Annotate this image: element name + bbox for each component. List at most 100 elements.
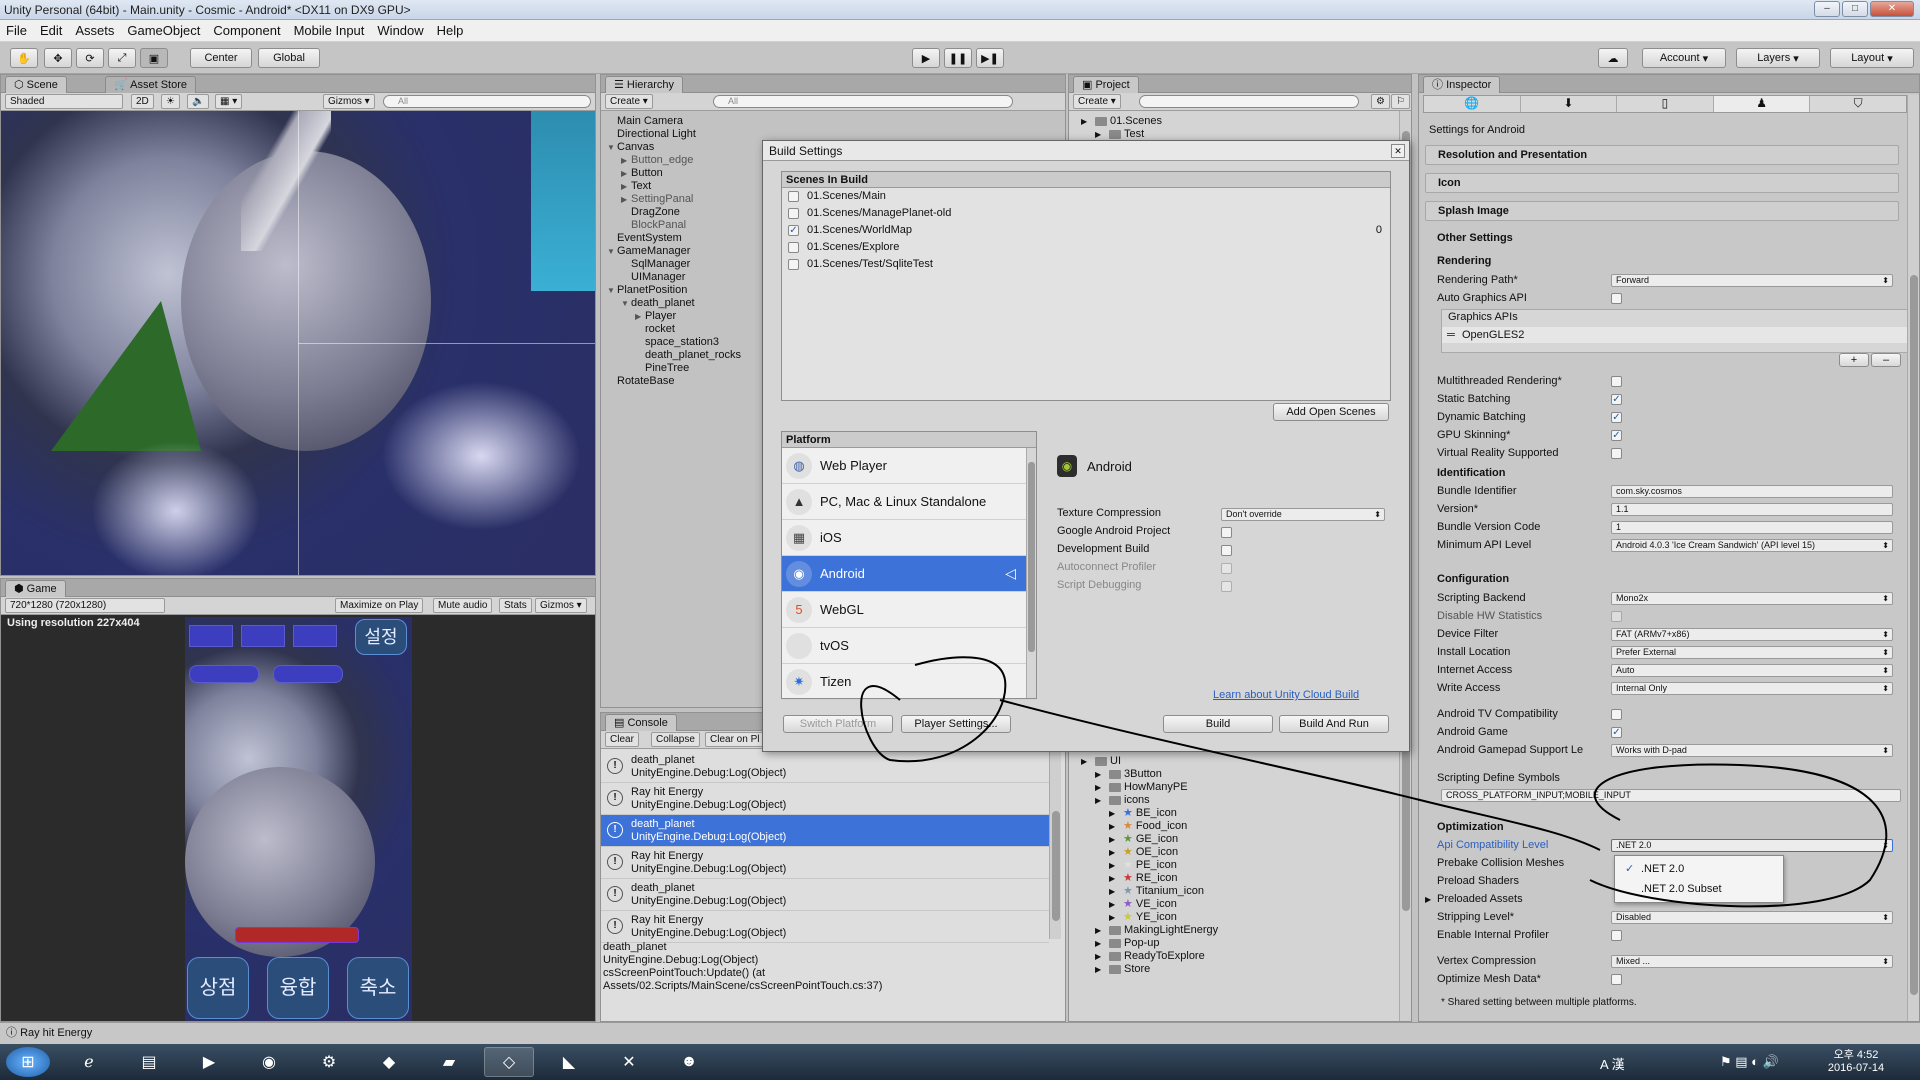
expand-arrow-icon[interactable]: ▶ [1109, 872, 1115, 885]
project-create-dropdown[interactable]: Create ▾ [1073, 94, 1121, 109]
hierarchy-item[interactable]: ▼ GameManager [607, 245, 741, 258]
expand-arrow-icon[interactable]: ▶ [1095, 924, 1101, 937]
project-item[interactable]: ▶ ★ Food_icon [1081, 820, 1218, 833]
section-other-settings[interactable]: Other Settings [1425, 229, 1899, 249]
hierarchy-item[interactable]: space_station3 [617, 336, 741, 349]
scene-search-input[interactable]: All [383, 95, 591, 108]
expand-arrow-icon[interactable]: ▶ [1109, 898, 1115, 911]
optimize-mesh-checkbox[interactable] [1611, 974, 1622, 985]
rect-tool-icon[interactable]: ▣ [140, 48, 168, 68]
section-splash[interactable]: Splash Image [1425, 201, 1899, 221]
close-button[interactable]: ✕ [1870, 1, 1914, 17]
hierarchy-item[interactable]: ▶ Button [617, 167, 741, 180]
project-item[interactable]: ▶ ★ OE_icon [1081, 846, 1218, 859]
menu-item-gameobject[interactable]: GameObject [127, 23, 200, 38]
menu-item-mobile-input[interactable]: Mobile Input [294, 23, 365, 38]
scene-checkbox[interactable] [788, 241, 799, 253]
preloaded-assets-label[interactable]: ▶ Preloaded Assets [1425, 892, 1523, 907]
media-player-icon[interactable]: ▶ [184, 1047, 234, 1077]
tab-scene[interactable]: ⬡ Scene [5, 76, 67, 93]
pause-button[interactable]: ❚❚ [944, 48, 972, 68]
expand-arrow-icon[interactable]: ▶ [1109, 833, 1115, 846]
player-settings-button[interactable]: Player Settings... [901, 715, 1011, 733]
merge-button[interactable]: 융합 [267, 957, 329, 1019]
project-item[interactable]: ▶ ★ RE_icon [1081, 872, 1218, 885]
console-log-row[interactable]: ! Ray hit Energy UnityEngine.Debug:Log(Obj… [601, 783, 1049, 815]
stats-toggle[interactable]: Stats [499, 598, 532, 613]
expand-arrow-icon[interactable]: ▶ [621, 154, 627, 167]
rendering-path-dropdown[interactable]: Forward [1611, 274, 1893, 287]
expand-arrow-icon[interactable]: ▶ [635, 310, 641, 323]
scene-checkbox[interactable] [788, 258, 799, 270]
hierarchy-item[interactable]: Directional Light [617, 128, 741, 141]
expand-arrow-icon[interactable]: ▶ [1109, 846, 1115, 859]
expand-arrow-icon[interactable]: ▶ [621, 193, 627, 206]
platform-item[interactable]: 5 WebGL [782, 592, 1036, 628]
project-item[interactable]: ▶ Pop-up [1081, 937, 1218, 950]
bundle-code-input[interactable]: 1 [1611, 521, 1893, 534]
expand-arrow-icon[interactable]: ▶ [1109, 807, 1115, 820]
install-location-dropdown[interactable]: Prefer External [1611, 646, 1893, 659]
move-tool-icon[interactable]: ✥ [44, 48, 72, 68]
tab-hierarchy[interactable]: ☰ Hierarchy [605, 76, 683, 93]
hierarchy-item[interactable]: SqlManager [617, 258, 741, 271]
hierarchy-item[interactable]: BlockPanal [617, 219, 741, 232]
expand-arrow-icon[interactable]: ▶ [1109, 859, 1115, 872]
console-log-row[interactable]: ! Ray hit Energy UnityEngine.Debug:Log(Obj… [601, 911, 1049, 943]
project-item[interactable]: ▶ 01.Scenes [1081, 115, 1162, 128]
expand-arrow-icon[interactable]: ▶ [1095, 950, 1101, 963]
project-item[interactable]: ▶ 3Button [1081, 768, 1218, 781]
inspector-scrollbar[interactable] [1907, 95, 1919, 1021]
console-log-row[interactable]: ! death_planet UnityEngine.Debug:Log(Objec… [601, 751, 1049, 783]
cloud-build-link[interactable]: Learn about Unity Cloud Build [1213, 689, 1359, 701]
dialog-close-icon[interactable]: ✕ [1391, 144, 1405, 158]
project-item[interactable]: ▶ UI [1081, 755, 1218, 768]
audio-toggle-icon[interactable]: 🔈 [187, 94, 210, 109]
inspector-scroll-thumb[interactable] [1910, 275, 1918, 995]
build-button[interactable]: Build [1163, 715, 1273, 733]
platform-item[interactable]: ◉ Android ◁ [782, 556, 1036, 592]
expand-arrow-icon[interactable]: ▶ [1095, 794, 1101, 807]
console-log-row[interactable]: ! Ray hit Energy UnityEngine.Debug:Log(Obj… [601, 847, 1049, 879]
build-and-run-button[interactable]: Build And Run [1279, 715, 1389, 733]
platform-scrollbar[interactable] [1026, 448, 1036, 698]
account-dropdown[interactable]: Account ▾ [1642, 48, 1726, 68]
scripting-backend-dropdown[interactable]: Mono2x [1611, 592, 1893, 605]
project-item[interactable]: ▶ ★ YE_icon [1081, 911, 1218, 924]
menu-item-file[interactable]: File [6, 23, 27, 38]
platform-tab-webgl-icon[interactable]: ⛉ [1810, 96, 1906, 112]
tab-inspector[interactable]: ⓘ Inspector [1423, 76, 1501, 93]
scene-viewport[interactable] [1, 111, 595, 575]
project-item[interactable]: ▶ ★ VE_icon [1081, 898, 1218, 911]
platform-item[interactable]: ▲ PC, Mac & Linux Standalone [782, 484, 1036, 520]
platform-item[interactable]: tvOS [782, 628, 1036, 664]
hierarchy-item[interactable]: RotateBase [617, 375, 741, 388]
expand-arrow-icon[interactable]: ▶ [1081, 755, 1087, 768]
android-game-checkbox[interactable]: ✓ [1611, 727, 1622, 738]
dropdown-option[interactable]: ✓ .NET 2.0 [1615, 860, 1783, 878]
filter-by-label-icon[interactable]: ⚐ [1391, 94, 1410, 109]
shop-button[interactable]: 상점 [187, 957, 249, 1019]
platform-item[interactable]: ✷ Tizen [782, 664, 1036, 700]
maximize-on-play-toggle[interactable]: Maximize on Play [335, 598, 424, 613]
internet-dropdown[interactable]: Auto [1611, 664, 1893, 677]
hierarchy-item[interactable]: UIManager [617, 271, 741, 284]
mute-audio-toggle[interactable]: Mute audio [433, 598, 493, 613]
shrink-button[interactable]: 축소 [347, 957, 409, 1019]
project-search-input[interactable] [1139, 95, 1359, 108]
console-clear-button[interactable]: Clear [605, 732, 639, 747]
messenger-icon[interactable]: ☻ [664, 1047, 714, 1077]
hierarchy-item[interactable]: ▼ death_planet [617, 297, 741, 310]
dropdown-option[interactable]: .NET 2.0 Subset [1615, 880, 1783, 898]
expand-arrow-icon[interactable]: ▼ [621, 297, 629, 310]
hierarchy-item[interactable]: PineTree [617, 362, 741, 375]
scene-checkbox[interactable] [788, 190, 799, 202]
platform-item[interactable]: ◍ Web Player [782, 448, 1036, 484]
hierarchy-item[interactable]: ▶ Player [617, 310, 741, 323]
unity-icon[interactable]: ◇ [484, 1047, 534, 1077]
api-compat-dropdown[interactable]: .NET 2.0 [1611, 839, 1893, 852]
hierarchy-item[interactable]: DragZone [617, 206, 741, 219]
pivot-global-button[interactable]: Global [258, 48, 320, 68]
effects-toggle-icon[interactable]: ▦ ▾ [215, 94, 243, 109]
scene-row[interactable]: 01.Scenes/Explore [782, 239, 1390, 256]
